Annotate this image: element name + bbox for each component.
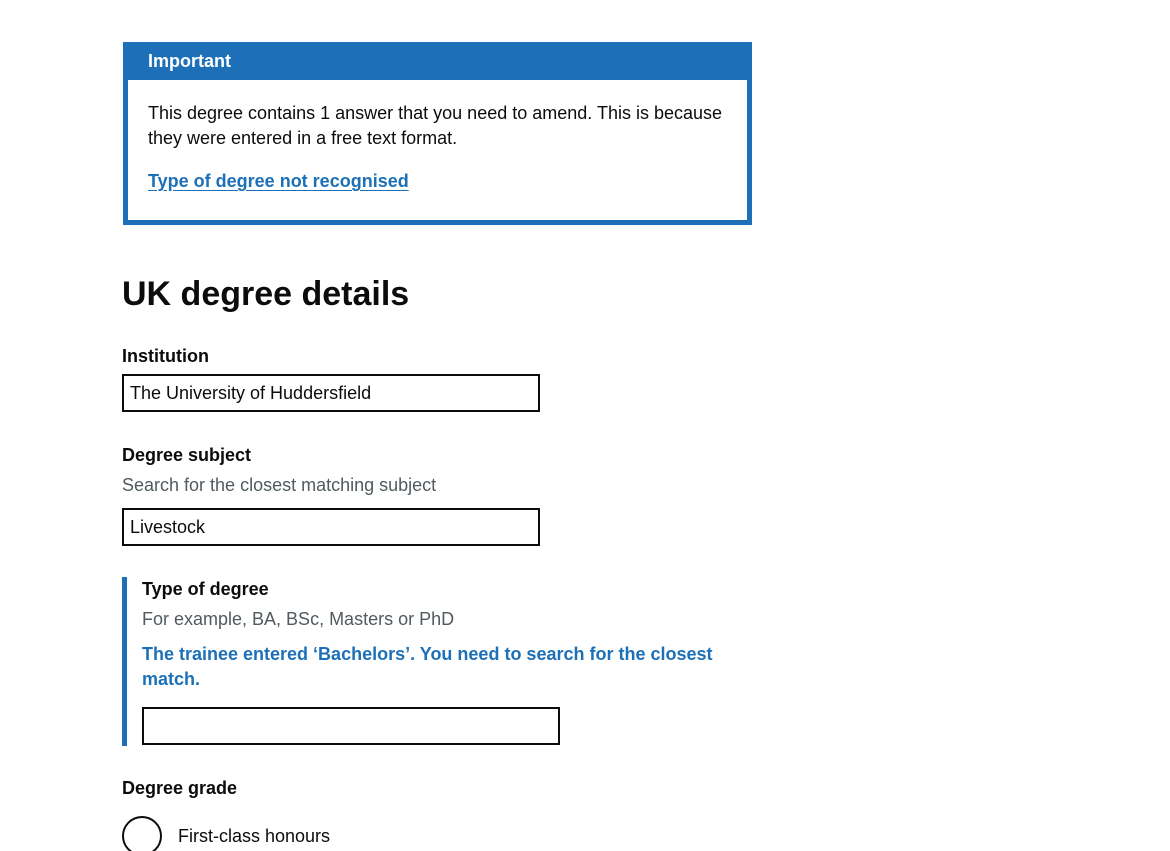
degree-subject-hint: Search for the closest matching subject <box>122 475 437 495</box>
degree-type-hint: For example, BA, BSc, Masters or PhD <box>142 609 455 629</box>
degree-type-input[interactable] <box>142 707 560 745</box>
degree-grade-label: Degree grade <box>122 778 238 798</box>
first-class-honours-radio[interactable] <box>122 816 162 851</box>
amend-indicator-bar <box>122 577 127 746</box>
degree-type-label: Type of degree <box>142 579 269 599</box>
banner-header: Important <box>123 42 752 80</box>
degree-subject-label: Degree subject <box>122 445 252 465</box>
banner-body: This degree contains 1 answer that you n… <box>128 80 747 192</box>
institution-label: Institution <box>122 346 209 366</box>
page: Important This degree contains 1 answer … <box>0 0 1170 851</box>
banner-title: Important <box>148 51 231 71</box>
important-banner: Important This degree contains 1 answer … <box>123 42 752 225</box>
banner-text: This degree contains 1 answer that you n… <box>148 103 723 148</box>
first-class-honours-label[interactable]: First-class honours <box>178 824 330 848</box>
page-title: UK degree details <box>122 275 410 313</box>
degree-type-not-recognised-link[interactable]: Type of degree not recognised <box>148 171 409 192</box>
degree-type-amend-message: The trainee entered ‘Bachelors’. You nee… <box>142 644 713 689</box>
institution-input[interactable] <box>122 374 540 412</box>
degree-subject-input[interactable] <box>122 508 540 546</box>
